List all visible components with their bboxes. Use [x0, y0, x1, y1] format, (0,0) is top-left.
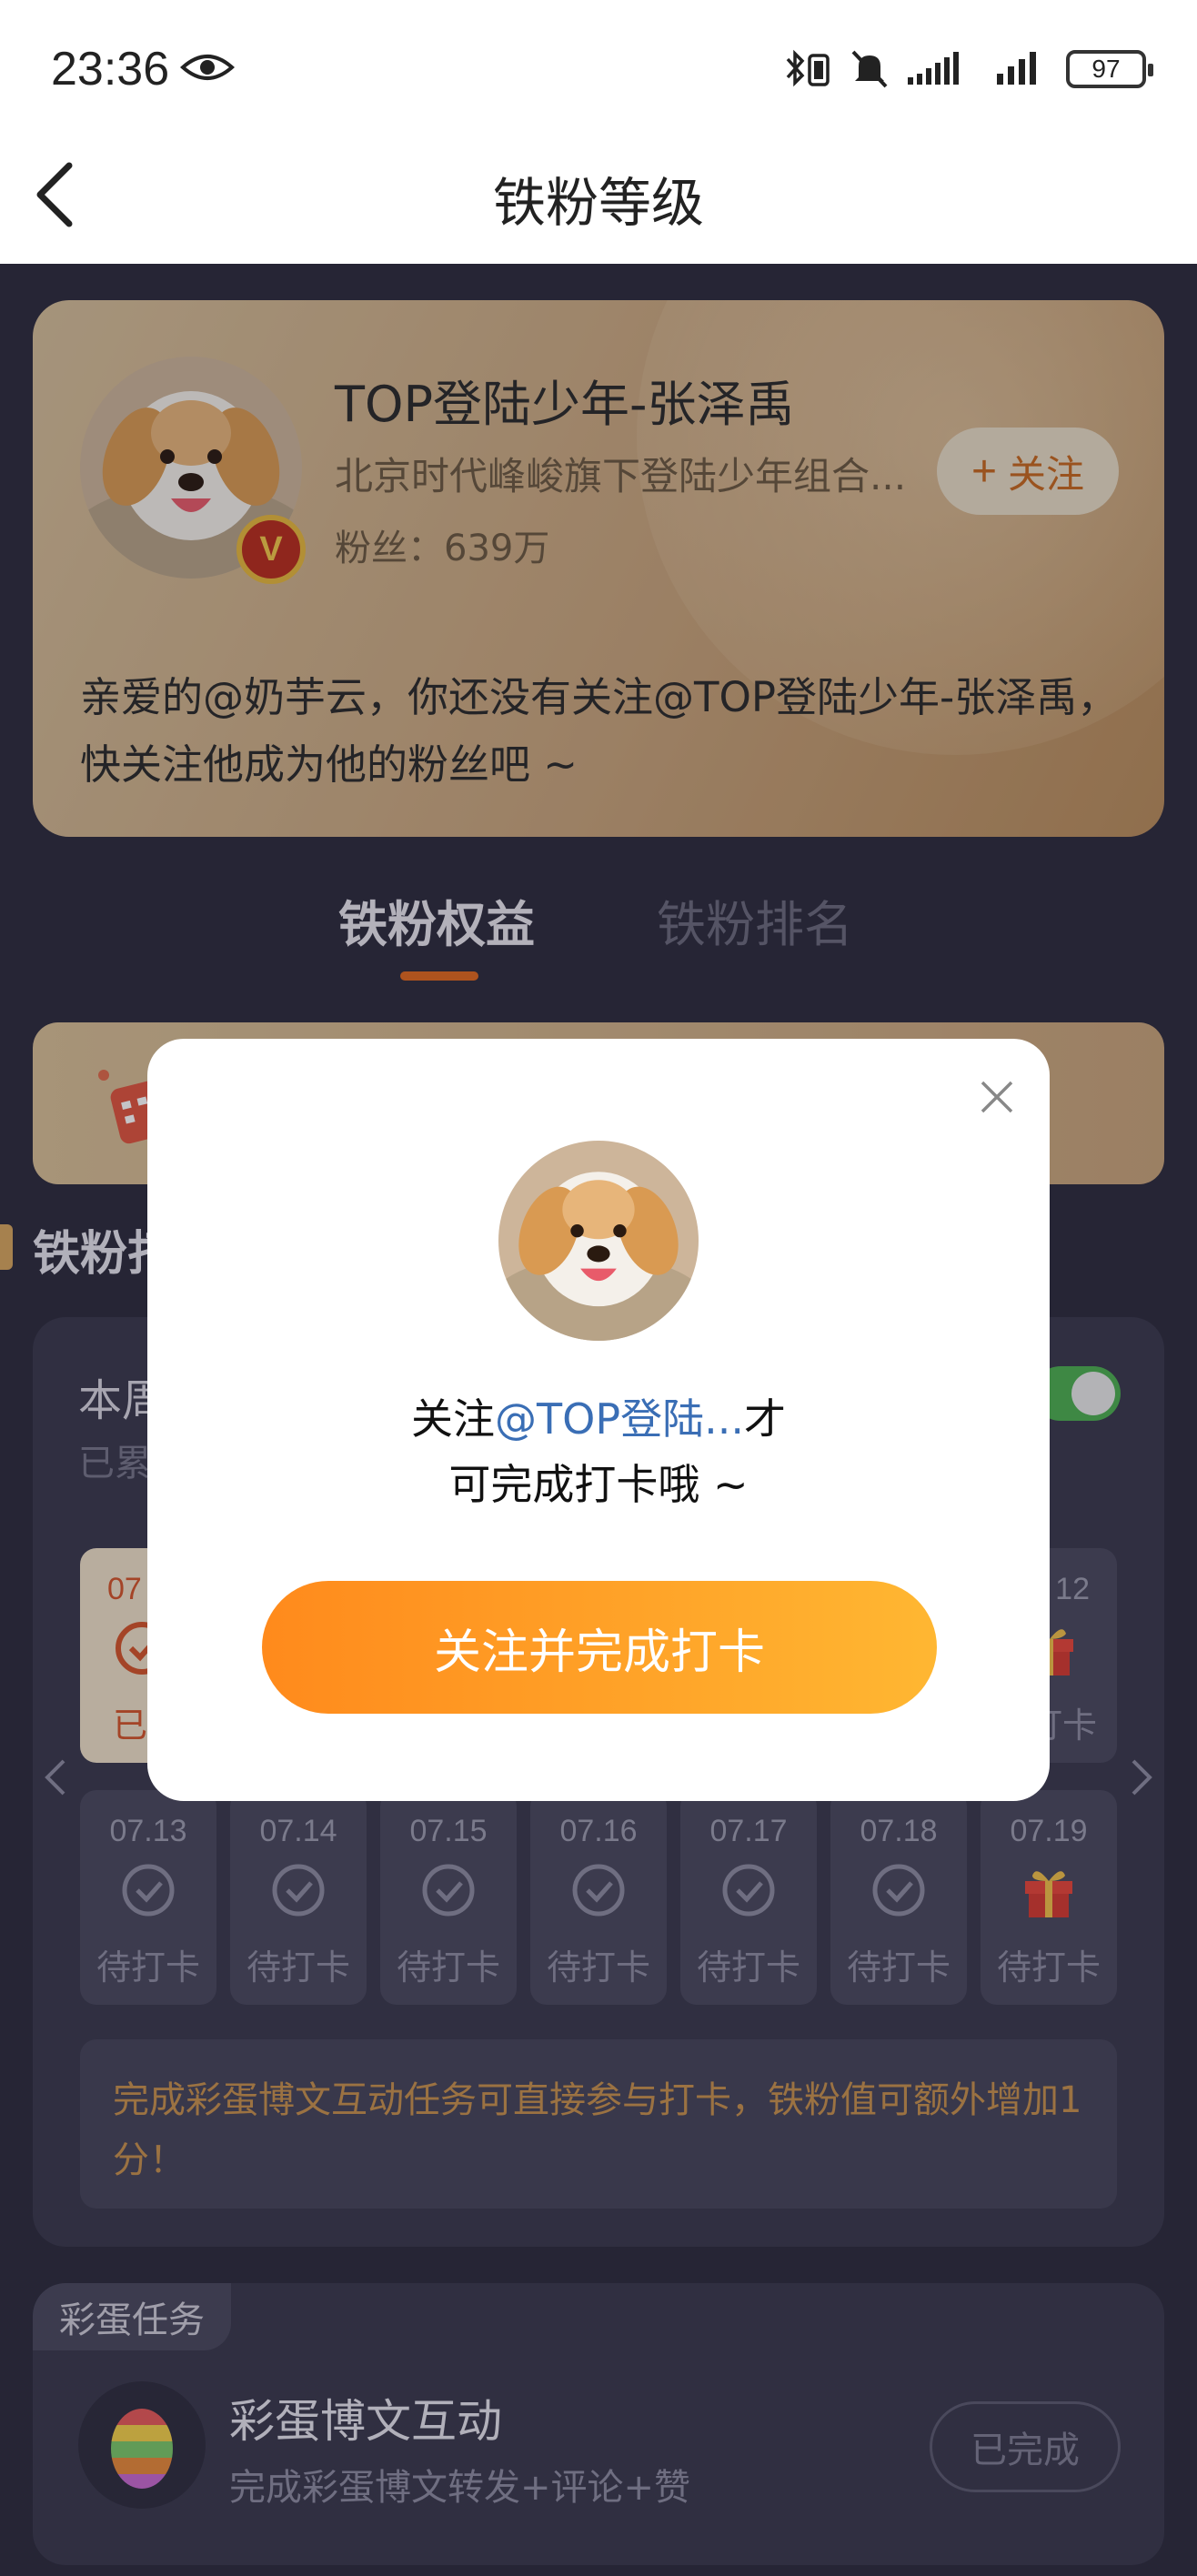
modal-text-after: 才 [743, 1394, 786, 1444]
dog-avatar-image [498, 1141, 699, 1341]
mute-icon [851, 50, 888, 88]
bluetooth-icon [786, 49, 830, 87]
close-icon[interactable] [977, 1077, 1017, 1117]
status-icons: 97 [782, 47, 1153, 91]
page-title: 铁粉等级 [492, 172, 704, 234]
avatar [498, 1141, 699, 1341]
status-time: 23:36 [51, 43, 170, 96]
battery-indicator: 97 [1066, 50, 1153, 88]
follow-modal: 关注@TOP登陆...才 可完成打卡哦 ~ 关注并完成打卡 [147, 1039, 1050, 1801]
eye-icon [180, 55, 235, 80]
modal-text-before: 关注 [411, 1394, 496, 1444]
signal-icon [997, 52, 1036, 85]
follow-and-checkin-button[interactable]: 关注并完成打卡 [262, 1581, 937, 1714]
modal-text-line2: 可完成打卡哦 ~ [448, 1460, 749, 1509]
modal-user-link[interactable]: @TOP登陆... [495, 1394, 744, 1444]
top-bar: 23:36 97 铁粉等级 [0, 0, 1197, 264]
modal-message: 关注@TOP登陆...才 可完成打卡哦 ~ [147, 1386, 1050, 1517]
signal-icon [908, 52, 959, 85]
